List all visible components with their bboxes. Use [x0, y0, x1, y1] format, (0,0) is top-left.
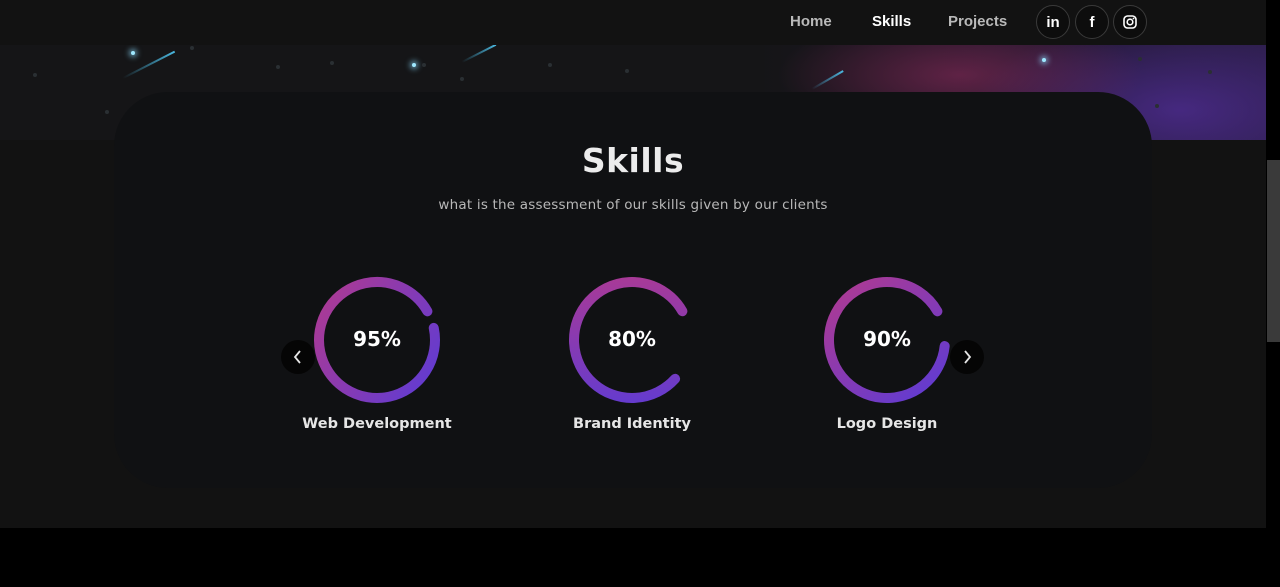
page: Home Skills Projects in f Skills what is…: [0, 0, 1280, 587]
skill-label: Brand Identity: [573, 416, 691, 432]
star: [190, 46, 194, 50]
skill-item-web-development: 95% Web Development: [282, 274, 472, 444]
shooting-star: [811, 70, 844, 90]
shooting-star: [461, 43, 497, 63]
star: [412, 63, 416, 67]
skill-percent: 95%: [353, 327, 401, 351]
facebook-button[interactable]: f: [1075, 5, 1109, 39]
star: [33, 73, 37, 77]
section-subtitle: what is the assessment of our skills giv…: [438, 197, 828, 213]
navbar: Home Skills Projects in f: [0, 0, 1266, 45]
star: [276, 65, 280, 69]
skill-label: Web Development: [302, 416, 452, 432]
shooting-star: [122, 50, 176, 79]
star: [1208, 70, 1212, 74]
scrollbar-thumb[interactable]: [1267, 160, 1280, 342]
linkedin-icon: in: [1046, 13, 1060, 31]
nav-skills-link[interactable]: Skills: [872, 13, 911, 30]
nav-home-link[interactable]: Home: [790, 13, 832, 30]
skill-item-brand-identity: 80% Brand Identity: [537, 274, 727, 444]
instagram-button[interactable]: [1113, 5, 1147, 39]
skill-item-logo-design: 90% Logo Design: [792, 274, 982, 444]
star: [548, 63, 552, 67]
section-title: Skills: [581, 141, 685, 180]
linkedin-button[interactable]: in: [1036, 5, 1070, 39]
star: [625, 69, 629, 73]
star: [1155, 104, 1159, 108]
facebook-icon: f: [1089, 13, 1095, 31]
star: [1042, 58, 1046, 62]
star: [105, 110, 109, 114]
skill-percent: 80%: [608, 327, 656, 351]
skill-percent: 90%: [863, 327, 911, 351]
instagram-icon: [1123, 15, 1137, 29]
skills-section: Home Skills Projects in f Skills what is…: [0, 0, 1266, 528]
star: [460, 77, 464, 81]
star: [1138, 57, 1142, 61]
star: [330, 61, 334, 65]
nav-projects-link[interactable]: Projects: [948, 13, 1007, 30]
star: [131, 51, 135, 55]
star: [422, 63, 426, 67]
skill-label: Logo Design: [836, 416, 938, 432]
